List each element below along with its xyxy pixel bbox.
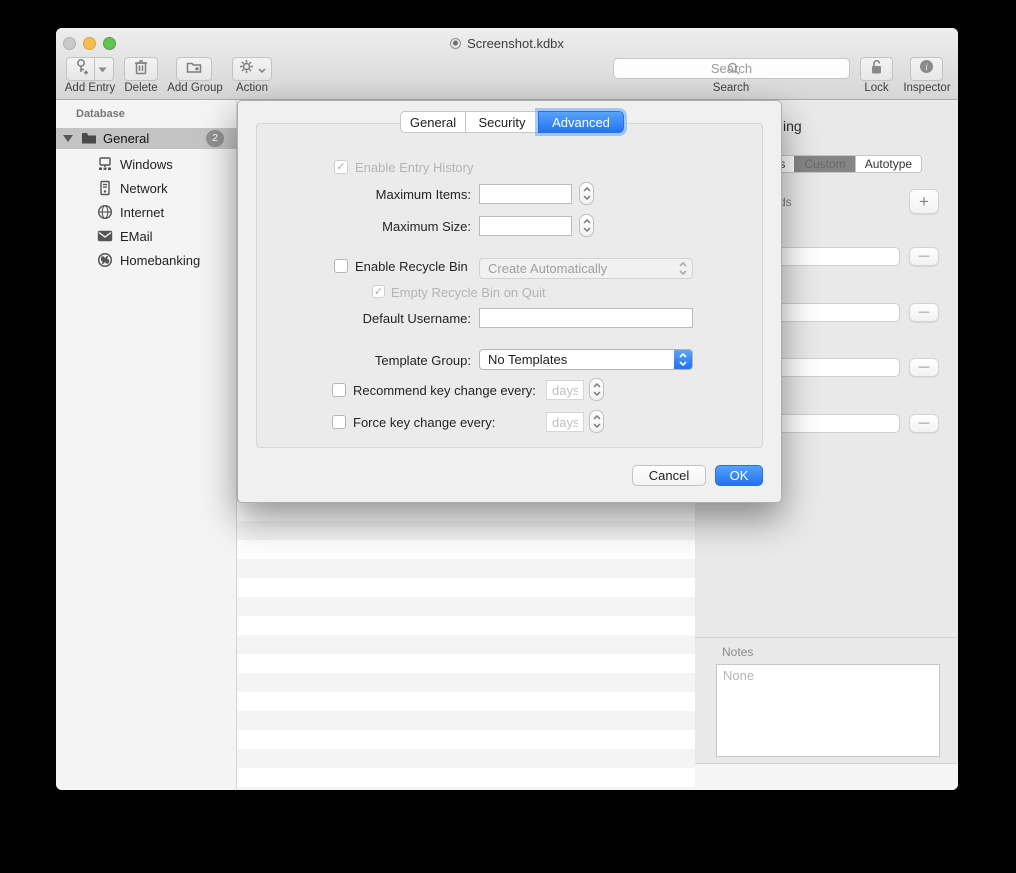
dialog-tab-bar: General Security Advanced [400,111,624,133]
trash-icon [134,59,148,80]
email-icon [97,228,113,244]
inspector-button[interactable]: i [910,57,943,81]
sidebar-item-label: Internet [120,205,164,220]
empty-recycle-bin-checkbox: ✓ [372,285,385,298]
add-entry-label: Add Entry [64,82,116,95]
remove-custom-field-button[interactable]: — [909,414,939,433]
inspector-heading: ing [783,118,802,134]
search-icon [727,62,740,80]
maximum-items-input[interactable] [479,184,572,204]
delete-label: Delete [118,82,164,95]
disclosure-triangle-icon[interactable] [63,135,73,142]
force-key-change-label: Force key change every: [353,415,495,430]
notes-label: Notes [722,645,753,659]
sidebar-item-label: General [103,131,149,146]
popup-arrows-icon [674,259,692,278]
document-proxy-icon [450,38,461,49]
desktop-background: Screenshot.kdbx Add Entry Delete [0,0,1016,873]
inspector-footer [695,764,958,790]
tab-security[interactable]: Security [465,111,538,133]
recycle-bin-popup-value: Create Automatically [488,261,607,276]
enable-entry-history-label: Enable Entry History [355,160,474,175]
force-key-change-checkbox[interactable] [332,415,346,429]
tab-general[interactable]: General [400,111,465,133]
enable-entry-history-checkbox: ✓ [334,160,348,174]
network-icon [97,180,113,196]
window-header: Screenshot.kdbx Add Entry Delete [56,28,958,100]
force-days-stepper [589,410,604,433]
default-username-input[interactable] [479,308,693,328]
delete-button[interactable] [124,57,158,81]
homebanking-icon: % [97,252,113,268]
recommend-days-input [546,380,584,400]
tab-custom[interactable]: Custom [794,156,854,172]
lock-button[interactable] [860,57,893,81]
popup-arrows-icon [674,350,692,369]
add-custom-field-button[interactable]: + [909,189,939,214]
template-group-popup-value: No Templates [488,352,567,367]
maximum-items-stepper[interactable] [579,182,594,205]
sidebar-section-header: Database [76,108,125,120]
gear-icon [239,59,254,79]
recommend-days-stepper [589,378,604,401]
maximum-items-label: Maximum Items: [256,187,471,202]
remove-custom-field-button[interactable]: — [909,303,939,322]
folder-plus-icon [186,60,202,79]
action-button[interactable] [232,57,272,81]
entry-count-badge: 2 [206,130,224,147]
template-group-label: Template Group: [256,353,471,368]
add-entry-button[interactable] [66,57,114,81]
remove-custom-field-button[interactable]: — [909,358,939,377]
empty-recycle-bin-label: Empty Recycle Bin on Quit [391,285,546,300]
info-icon: i [919,59,934,79]
inspector-label: Inspector [899,82,955,95]
window-title: Screenshot.kdbx [467,36,564,51]
key-plus-icon [73,58,89,81]
action-label: Action [230,82,274,95]
maximum-size-label: Maximum Size: [256,219,471,234]
internet-icon [97,204,113,220]
recommend-key-change-checkbox[interactable] [332,383,346,397]
sidebar-item-label: Network [120,181,168,196]
sidebar-item-label: Homebanking [120,253,200,268]
sidebar: Database General 2 Windows [56,100,237,790]
lock-label: Lock [854,82,899,95]
divider [695,637,958,638]
enable-recycle-bin-label: Enable Recycle Bin [355,259,468,274]
add-group-label: Add Group [166,82,224,95]
maximum-size-stepper[interactable] [579,214,594,237]
default-username-label: Default Username: [256,311,471,326]
cancel-button[interactable]: Cancel [632,465,706,486]
svg-text:%: % [101,255,109,265]
chevron-down-icon [258,60,266,78]
unlocked-padlock-icon [869,59,884,80]
sidebar-item-email[interactable]: EMail [56,224,237,248]
notes-textarea[interactable] [716,664,940,757]
search-label: Search [701,82,761,95]
tab-autotype[interactable]: Autotype [855,156,921,172]
sidebar-item-homebanking[interactable]: % Homebanking [56,248,237,272]
sidebar-item-general[interactable]: General 2 [56,128,237,149]
recycle-bin-popup: Create Automatically [479,258,693,279]
folder-icon [81,131,97,150]
sidebar-item-windows[interactable]: Windows [56,152,237,176]
sidebar-item-internet[interactable]: Internet [56,200,237,224]
recommend-key-change-label: Recommend key change every: [353,383,536,398]
sidebar-item-label: Windows [120,157,173,172]
app-window: Screenshot.kdbx Add Entry Delete [56,28,958,790]
database-settings-dialog: General Security Advanced ✓ Enable Entry… [237,100,782,503]
window-title-area: Screenshot.kdbx [56,36,958,52]
add-group-button[interactable] [176,57,212,81]
tab-advanced[interactable]: Advanced [538,111,624,133]
force-days-input [546,412,584,432]
windows-icon [97,156,113,172]
sidebar-item-label: EMail [120,229,153,244]
add-entry-dropdown-arrow[interactable] [95,60,110,78]
template-group-popup[interactable]: No Templates [479,349,693,370]
maximum-size-input[interactable] [479,216,572,236]
sidebar-item-network[interactable]: Network [56,176,237,200]
enable-recycle-bin-checkbox[interactable] [334,259,348,273]
ok-button[interactable]: OK [715,465,763,486]
remove-custom-field-button[interactable]: — [909,247,939,266]
